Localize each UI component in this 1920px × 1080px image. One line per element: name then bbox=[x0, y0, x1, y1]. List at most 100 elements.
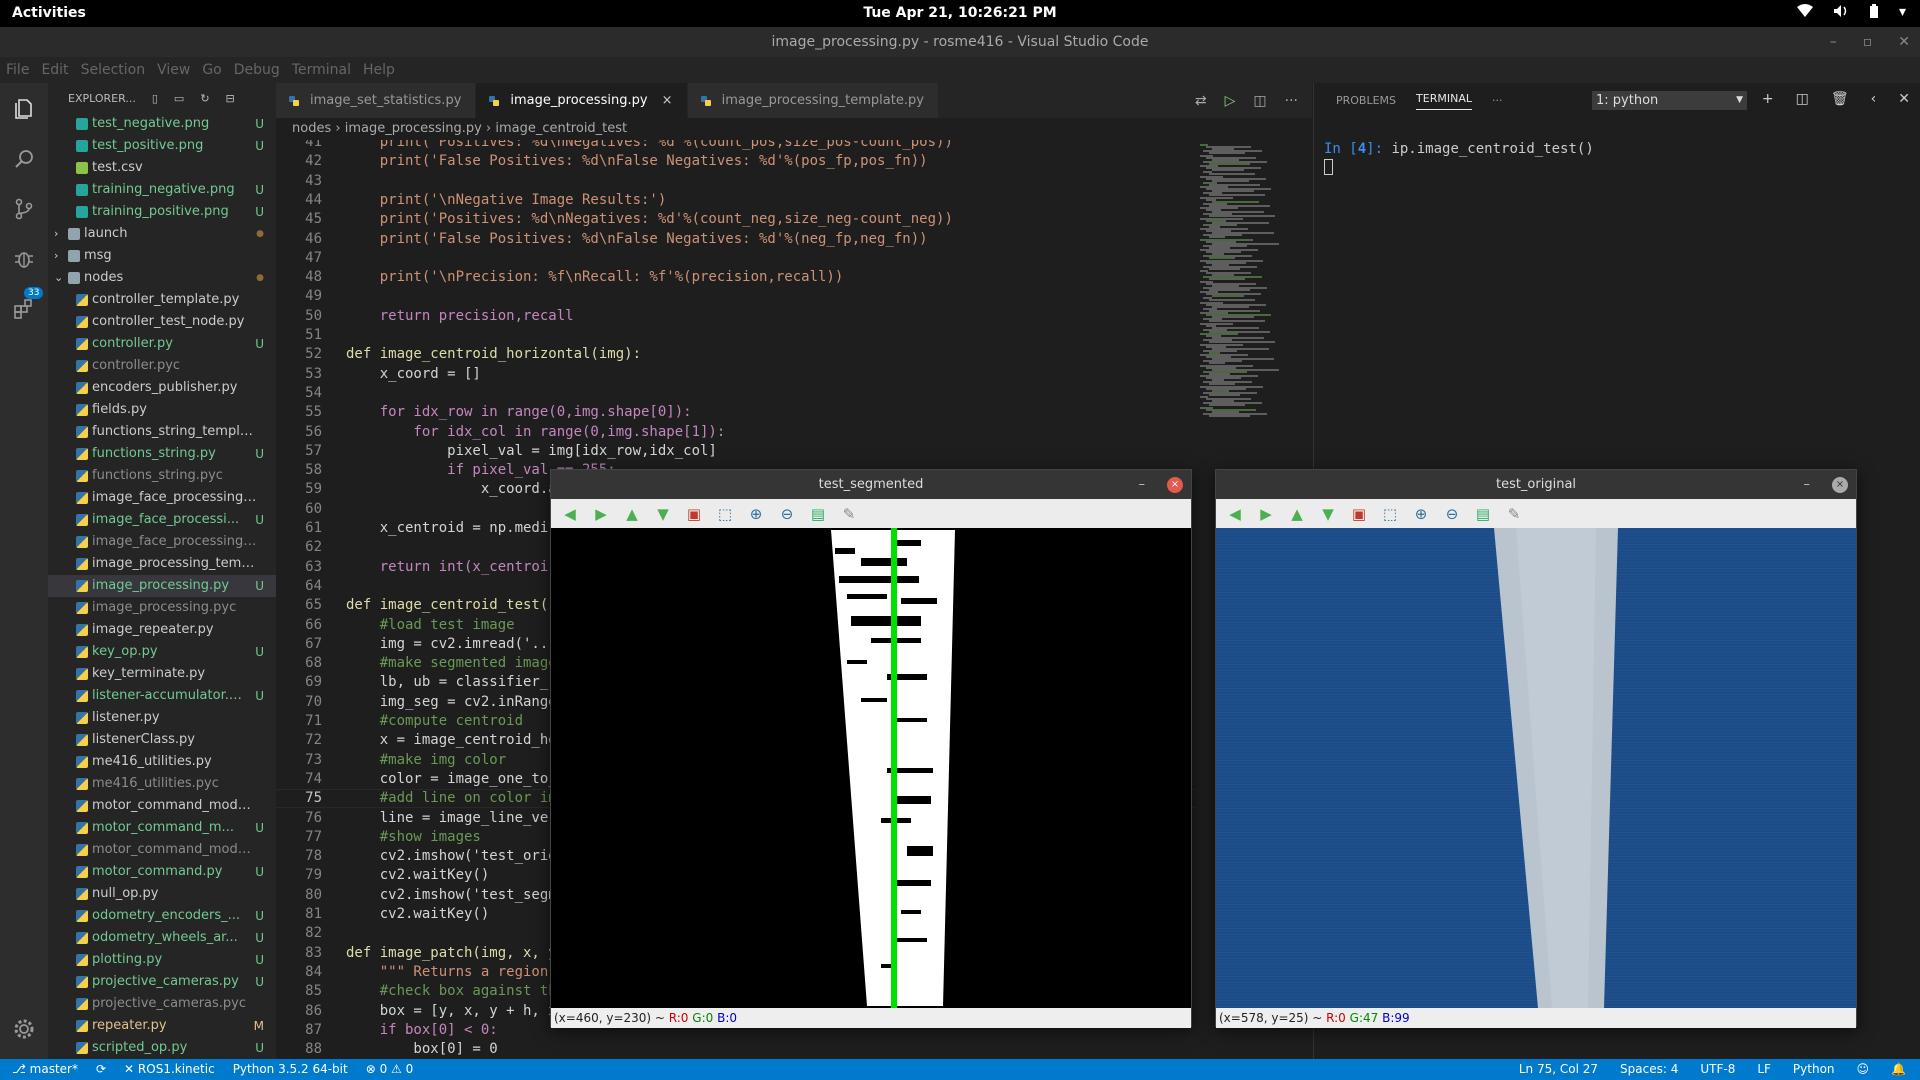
file-item[interactable]: listener.py bbox=[48, 707, 276, 729]
tab-problems[interactable]: PROBLEMS bbox=[1336, 94, 1396, 107]
close-icon[interactable]: × bbox=[1832, 477, 1848, 493]
file-item[interactable]: listenerClass.py bbox=[48, 729, 276, 751]
zoom-fit-icon[interactable]: ⬚ bbox=[714, 504, 736, 524]
zoom-out-icon[interactable]: ⊖ bbox=[1441, 504, 1463, 524]
properties-icon[interactable]: ✎ bbox=[838, 504, 860, 524]
code-line[interactable]: box = [y, x, y + h, x bbox=[346, 1003, 557, 1019]
pan-down-icon[interactable]: ▼ bbox=[1317, 504, 1339, 524]
file-item[interactable]: functions_string.py U bbox=[48, 443, 276, 465]
file-item[interactable]: plotting.py U bbox=[48, 949, 276, 971]
split-terminal-icon[interactable]: ◫ bbox=[1796, 91, 1809, 107]
code-line[interactable]: #check box against th bbox=[346, 983, 557, 999]
system-tray[interactable]: ▾ bbox=[1796, 4, 1906, 22]
breadcrumb-file[interactable]: image_processing.py bbox=[345, 121, 482, 136]
end-of-line[interactable]: LF bbox=[1757, 1059, 1771, 1080]
terminal-select[interactable]: 1: python ▼ bbox=[1592, 91, 1747, 110]
code-line[interactable]: line = image_line_ver bbox=[346, 810, 557, 826]
python-interpreter[interactable]: Python 3.5.2 64-bit bbox=[233, 1059, 348, 1080]
pan-up-icon[interactable]: ▲ bbox=[1286, 504, 1308, 524]
code-line[interactable]: def image_centroid_horizontal(img): bbox=[346, 346, 641, 362]
menu-selection[interactable]: Selection bbox=[75, 57, 152, 78]
power-menu-icon[interactable]: ▾ bbox=[1899, 4, 1906, 22]
file-item[interactable]: image_processing.pyc bbox=[48, 597, 276, 619]
file-item[interactable]: controller.py U bbox=[48, 333, 276, 355]
code-line[interactable]: print('Positives: %d\nNegatives: %d'%(co… bbox=[346, 211, 953, 227]
window-test-segmented[interactable]: test_segmented – × ◀ ▶ ▲ ▼ ▣ ⬚ ⊕ ⊖ ▤ ✎ (… bbox=[550, 469, 1192, 1028]
tab-image-set-statistics[interactable]: image_set_statistics.py bbox=[276, 83, 476, 118]
code-line[interactable]: pixel_val = img[idx_row,idx_col] bbox=[346, 443, 717, 459]
code-line[interactable]: lb, ub = classifier_ bbox=[346, 674, 549, 690]
properties-icon[interactable]: ✎ bbox=[1503, 504, 1525, 524]
pan-left-icon[interactable]: ◀ bbox=[1224, 504, 1246, 524]
minimize-icon[interactable]: – bbox=[1830, 27, 1837, 57]
file-item[interactable]: motor_command_model_... bbox=[48, 795, 276, 817]
feedback-smiley-icon[interactable]: ☺ bbox=[1857, 1059, 1870, 1080]
more-actions-icon[interactable]: ··· bbox=[1285, 93, 1298, 109]
file-item[interactable]: image_face_processing.pyc bbox=[48, 531, 276, 553]
file-item[interactable]: odometry_encoders_... U bbox=[48, 905, 276, 927]
code-line[interactable]: cv2.waitKey() bbox=[346, 906, 490, 922]
wifi-icon[interactable] bbox=[1796, 4, 1813, 22]
new-terminal-icon[interactable]: + bbox=[1762, 91, 1774, 107]
ros-version[interactable]: ✕ ROS1.kinetic bbox=[124, 1059, 215, 1080]
problems-count[interactable]: ⊗ 0 ⚠ 0 bbox=[366, 1059, 414, 1080]
tab-image-processing[interactable]: image_processing.py × bbox=[476, 83, 687, 118]
volume-icon[interactable] bbox=[1833, 4, 1849, 22]
code-line[interactable]: for idx_col in range(0,img.shape[1]): bbox=[346, 424, 725, 440]
code-line[interactable]: cv2.imshow('test_orig bbox=[346, 848, 557, 864]
file-item[interactable]: key_op.py U bbox=[48, 641, 276, 663]
split-editor-icon[interactable]: ◫ bbox=[1253, 93, 1266, 109]
file-item[interactable]: test_negative.png U bbox=[48, 113, 276, 135]
file-item[interactable]: functions_string.pyc bbox=[48, 465, 276, 487]
maximize-icon[interactable]: ▫ bbox=[1863, 27, 1873, 57]
zoom-out-icon[interactable]: ⊖ bbox=[776, 504, 798, 524]
code-line[interactable]: x_centroid = np.medi bbox=[346, 520, 549, 536]
zoom-in-icon[interactable]: ⊕ bbox=[745, 504, 767, 524]
pan-right-icon[interactable]: ▶ bbox=[590, 504, 612, 524]
file-item[interactable]: odometry_wheels_ar... U bbox=[48, 927, 276, 949]
pan-right-icon[interactable]: ▶ bbox=[1255, 504, 1277, 524]
file-item[interactable]: projective_cameras.pyc bbox=[48, 993, 276, 1015]
file-item[interactable]: me416_utilities.pyc bbox=[48, 773, 276, 795]
code-line[interactable]: print('\nPrecision: %f\nRecall: %f'%(pre… bbox=[346, 269, 844, 285]
code-line[interactable]: def image_centroid_test( bbox=[346, 597, 548, 613]
pan-left-icon[interactable]: ◀ bbox=[559, 504, 581, 524]
segmented-image[interactable] bbox=[551, 528, 1191, 1008]
notifications-bell-icon[interactable]: 🔔 bbox=[1891, 1059, 1906, 1080]
code-line[interactable]: color = image_one_to_ bbox=[346, 771, 557, 787]
collapse-panel-icon[interactable]: ‹ bbox=[1871, 91, 1877, 107]
close-panel-icon[interactable]: ✕ bbox=[1898, 91, 1910, 107]
code-line[interactable]: #make segmented image bbox=[346, 655, 557, 671]
file-item[interactable]: training_negative.png U bbox=[48, 179, 276, 201]
tab-terminal[interactable]: TERMINAL bbox=[1416, 92, 1472, 110]
encoding[interactable]: UTF-8 bbox=[1700, 1059, 1735, 1080]
file-item[interactable]: image_face_processi... U bbox=[48, 509, 276, 531]
code-line[interactable]: return precision,recall bbox=[346, 308, 574, 324]
code-line[interactable]: print('\nNegative Image Results:') bbox=[346, 192, 667, 208]
code-line[interactable]: x_coord = [] bbox=[346, 366, 481, 382]
code-line[interactable]: cv2.imshow('test_segm bbox=[346, 887, 557, 903]
indentation[interactable]: Spaces: 4 bbox=[1620, 1059, 1678, 1080]
pan-up-icon[interactable]: ▲ bbox=[621, 504, 643, 524]
file-item[interactable]: motor_command.py U bbox=[48, 861, 276, 883]
file-item[interactable]: repeater.py M bbox=[48, 1015, 276, 1037]
code-line[interactable]: print('Positives: %d\nNegatives: %d'%(co… bbox=[346, 140, 953, 150]
file-item[interactable]: listener-accumulator.py U bbox=[48, 685, 276, 707]
debug-icon[interactable] bbox=[8, 243, 40, 275]
code-line[interactable]: #show images bbox=[346, 829, 481, 845]
open-changes-icon[interactable]: ⇄ bbox=[1195, 93, 1207, 109]
menu-go[interactable]: Go bbox=[196, 57, 227, 78]
tab-image-processing-template[interactable]: image_processing_template.py bbox=[687, 83, 938, 118]
code-line[interactable]: def image_patch(img, x, y bbox=[346, 945, 557, 961]
extensions-icon[interactable] bbox=[8, 293, 40, 325]
chevron-right-icon[interactable]: › bbox=[54, 245, 58, 267]
explorer-files-icon[interactable] bbox=[8, 93, 40, 125]
file-item[interactable]: key_terminate.py bbox=[48, 663, 276, 685]
file-item[interactable]: image_repeater.py bbox=[48, 619, 276, 641]
battery-icon[interactable] bbox=[1869, 4, 1879, 22]
collapse-all-icon[interactable]: ⊟ bbox=[226, 92, 235, 105]
minimize-icon[interactable]: – bbox=[1139, 470, 1146, 499]
kill-terminal-icon[interactable]: 🗑 bbox=[1831, 91, 1849, 107]
file-item[interactable]: training_positive.png U bbox=[48, 201, 276, 223]
reset-zoom-icon[interactable]: ▣ bbox=[1348, 504, 1370, 524]
